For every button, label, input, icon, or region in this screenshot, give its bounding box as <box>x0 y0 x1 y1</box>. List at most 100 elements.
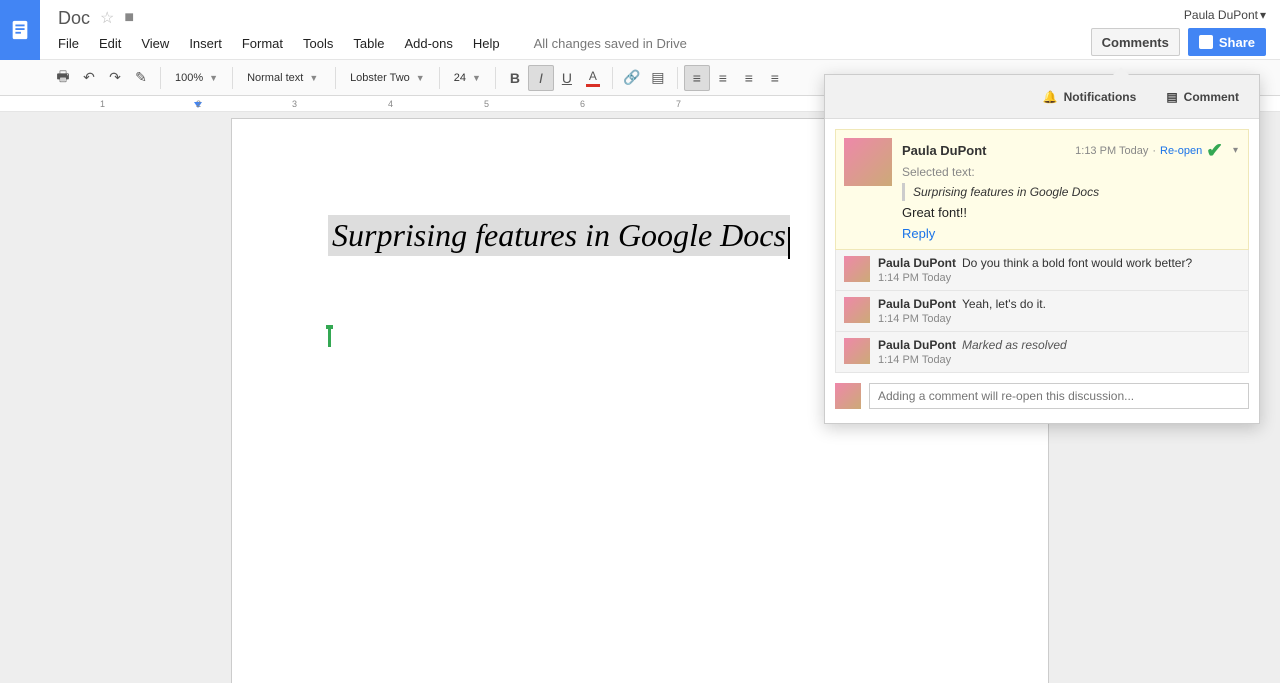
reply-item[interactable]: Paula DuPontMarked as resolved 1:14 PM T… <box>835 332 1249 373</box>
ruler-tick: 3 <box>292 99 297 109</box>
link-button[interactable]: 🔗 <box>619 65 645 91</box>
color-bar <box>586 84 600 87</box>
menu-format[interactable]: Format <box>242 36 283 51</box>
avatar <box>844 138 892 186</box>
docs-logo[interactable] <box>0 0 40 60</box>
thread-menu[interactable]: ▾ <box>1233 145 1238 156</box>
collaborator-cursor <box>328 329 331 347</box>
ruler-tick: 1 <box>100 99 105 109</box>
separator <box>495 67 496 89</box>
underline-button[interactable]: U <box>554 65 580 91</box>
bold-icon: B <box>510 70 520 86</box>
link-icon: 🔗 <box>623 69 640 86</box>
comment-icon: ▤ <box>651 69 664 86</box>
font-select[interactable]: Lobster Two ▼ <box>342 65 433 91</box>
separator <box>232 67 233 89</box>
text-color-icon: A <box>589 69 597 83</box>
share-button[interactable]: Share <box>1188 28 1266 56</box>
comments-label: Comments <box>1102 35 1169 50</box>
italic-button[interactable]: I <box>528 65 554 91</box>
reopen-link[interactable]: Re-open <box>1160 145 1202 157</box>
save-status: All changes saved in Drive <box>534 36 687 51</box>
reply-item[interactable]: Paula DuPont Yeah, let's do it. 1:14 PM T… <box>835 291 1249 332</box>
reply-time: 1:14 PM Today <box>878 272 1240 284</box>
reply-input[interactable] <box>869 383 1249 409</box>
avatar <box>844 297 870 323</box>
quoted-text: Surprising features in Google Docs <box>902 183 1238 201</box>
notifications-label: Notifications <box>1064 90 1137 104</box>
paint-format-button[interactable]: ✎ <box>128 65 154 91</box>
menu-insert[interactable]: Insert <box>189 36 222 51</box>
reply-input-row <box>835 383 1249 409</box>
font-value: Lobster Two <box>350 72 410 84</box>
share-icon <box>1199 35 1213 49</box>
reply-text: Marked as resolved <box>962 338 1067 352</box>
underline-icon: U <box>562 70 572 86</box>
reply-author: Paula DuPont <box>878 256 956 270</box>
comment-thread[interactable]: Paula DuPont 1:13 PM Today · Re-open ✔ ▾… <box>835 129 1249 250</box>
menu-help[interactable]: Help <box>473 36 500 51</box>
zoom-value: 100% <box>175 72 203 84</box>
align-center-icon: ≡ <box>719 70 727 86</box>
menu-file[interactable]: File <box>58 36 79 51</box>
selected-text[interactable]: Surprising features in Google Docs <box>328 215 790 256</box>
print-button[interactable]: 🖶 <box>50 65 76 91</box>
chevron-down-icon: ▼ <box>209 73 218 83</box>
align-justify-button[interactable]: ≡ <box>762 65 788 91</box>
redo-button[interactable]: ↷ <box>102 65 128 91</box>
checkmark-icon: ✔ <box>1206 138 1223 163</box>
reply-text: Yeah, let's do it. <box>962 297 1046 311</box>
reply-author: Paula DuPont <box>878 338 956 352</box>
undo-button[interactable]: ↶ <box>76 65 102 91</box>
comment-tab-button[interactable]: ▤Comment <box>1166 90 1239 104</box>
doc-title[interactable]: Doc <box>58 8 90 29</box>
align-right-button[interactable]: ≡ <box>736 65 762 91</box>
menu-table[interactable]: Table <box>353 36 384 51</box>
style-value: Normal text <box>247 72 303 84</box>
comments-body: Paula DuPont 1:13 PM Today · Re-open ✔ ▾… <box>825 119 1259 423</box>
comment-icon: ▤ <box>1166 90 1177 104</box>
notifications-button[interactable]: 🔔 Notifications <box>1043 90 1137 104</box>
align-left-icon: ≡ <box>693 70 701 86</box>
zoom-select[interactable]: 100% ▼ <box>167 65 226 91</box>
reply-time: 1:14 PM Today <box>878 313 1240 325</box>
chevron-down-icon: ▼ <box>309 73 318 83</box>
style-select[interactable]: Normal text ▼ <box>239 65 329 91</box>
bold-button[interactable]: B <box>502 65 528 91</box>
avatar <box>844 256 870 282</box>
reply-link[interactable]: Reply <box>902 226 935 241</box>
size-select[interactable]: 24 ▼ <box>446 65 489 91</box>
ruler-tick: 5 <box>484 99 489 109</box>
menu-tools[interactable]: Tools <box>303 36 333 51</box>
docs-icon <box>9 16 31 44</box>
reply-item[interactable]: Paula DuPontDo you think a bold font wou… <box>835 250 1249 291</box>
size-value: 24 <box>454 72 466 84</box>
menu-edit[interactable]: Edit <box>99 36 121 51</box>
text-color-button[interactable]: A <box>580 65 606 91</box>
print-icon: 🖶 <box>56 66 69 90</box>
chevron-down-icon: ▾ <box>1260 8 1266 22</box>
star-icon[interactable]: ☆ <box>100 8 114 28</box>
app-header: Doc ☆ ■ File Edit View Insert Format Too… <box>0 0 1280 60</box>
align-center-button[interactable]: ≡ <box>710 65 736 91</box>
separator <box>612 67 613 89</box>
comment-time: 1:13 PM Today <box>1075 145 1148 157</box>
ruler-tick: 2 <box>196 99 201 109</box>
undo-icon: ↶ <box>83 69 95 86</box>
align-left-button[interactable]: ≡ <box>684 65 710 91</box>
ruler-tick: 4 <box>388 99 393 109</box>
align-justify-icon: ≡ <box>771 70 779 86</box>
menu-view[interactable]: View <box>141 36 169 51</box>
chevron-down-icon: ▼ <box>416 73 425 83</box>
user-menu[interactable]: Paula DuPont▾ <box>1184 8 1266 22</box>
bell-icon: 🔔 <box>1043 90 1058 104</box>
folder-icon[interactable]: ■ <box>124 9 134 27</box>
comments-button[interactable]: Comments <box>1091 28 1180 56</box>
separator <box>439 67 440 89</box>
menubar: File Edit View Insert Format Tools Table… <box>58 36 1268 51</box>
chevron-down-icon: ▼ <box>472 73 481 83</box>
comment-button[interactable]: ▤ <box>645 65 671 91</box>
menu-addons[interactable]: Add-ons <box>404 36 452 51</box>
reply-author: Paula DuPont <box>878 297 956 311</box>
share-label: Share <box>1219 35 1255 50</box>
